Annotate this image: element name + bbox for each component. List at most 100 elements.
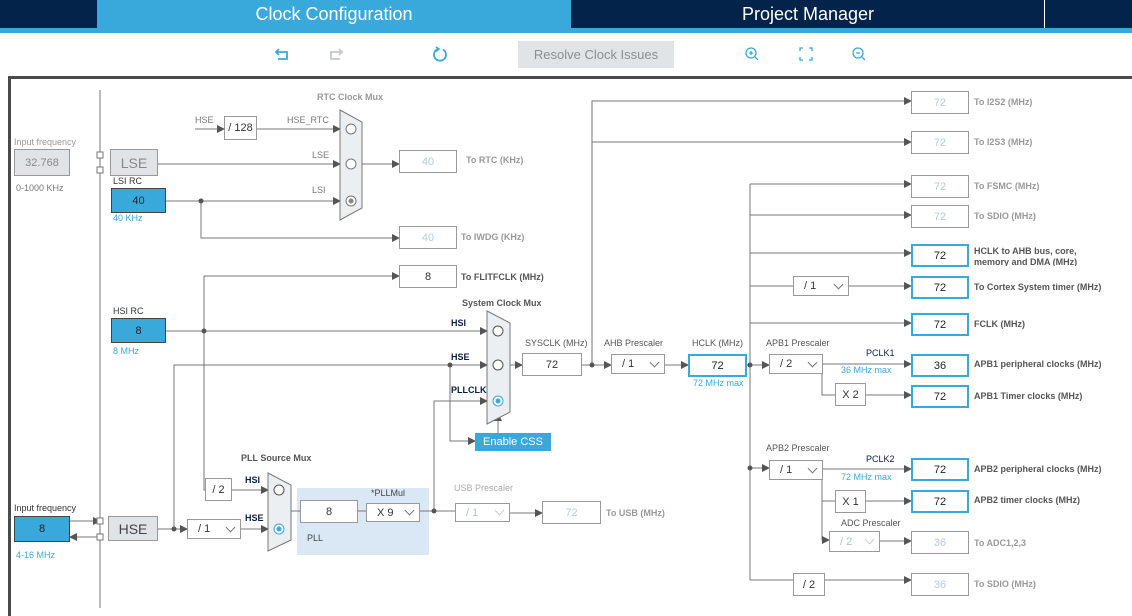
pll-source-mux-title: PLL Source Mux [241,453,312,463]
sys-mux-radio-hse[interactable] [492,359,504,371]
usb-prescaler-select[interactable]: / 1 [455,503,510,522]
usb-prescaler-value: / 1 [466,506,479,519]
apb1-prescaler-label: APB1 Prescaler [766,338,830,348]
flitfclk-label: To FLITFCLK (MHz) [461,272,544,282]
lse-range: 0-1000 KHz [16,183,64,193]
apb1-prescaler-value: / 2 [780,358,793,370]
ahb-prescaler-value: / 1 [622,358,635,370]
sdio-output: 72 [911,205,969,228]
pclk2-label: PCLK2 [866,454,895,464]
usb-output: 72 [542,501,601,524]
sdio2-label: To SDIO (MHz) [974,579,1036,589]
cortex-divider-value: / 1 [804,280,817,292]
apb1-peripheral-label: APB1 peripheral clocks (MHz) [974,359,1102,369]
i2s2-output: 72 [911,91,969,114]
sysclk-label: SYSCLK (MHz) [525,338,588,348]
rtc-output-label: To RTC (KHz) [466,155,524,165]
pclk2-max: 72 MHz max [841,472,892,482]
usb-prescaler-label: USB Prescaler [454,483,514,493]
clock-wire [449,365,476,445]
apb1-timer-multiplier: X 2 [835,383,866,406]
pll-mux-hse-label: HSE [245,513,264,523]
adc-output-label: To ADC1,2,3 [974,538,1027,548]
hclk-max: 72 MHz max [693,378,744,388]
pllmul-select[interactable]: X 9 [366,503,420,522]
adc-prescaler-label: ADC Prescaler [841,518,901,528]
chevron-down-icon [494,505,505,516]
sys-mux-hsi-label: HSI [451,318,467,328]
wire-junction [171,526,177,532]
enable-css-button[interactable]: Enable CSS [475,433,551,451]
lse-input-frequency-field[interactable]: 32.768 [14,149,70,176]
hsi-freq: 8 MHz [113,346,140,356]
fclk-field[interactable]: 72 [911,313,969,336]
apb2-peripheral-field[interactable]: 72 [911,458,969,481]
hsi-rc-label: HSI RC [113,306,144,316]
pclk1-max: 36 MHz max [841,365,892,375]
ahb-prescaler-select[interactable]: / 1 [611,354,665,374]
rtc-mux-radio-hse[interactable] [345,123,357,135]
wire-junction [747,465,753,471]
sysclk-field[interactable]: 72 [522,353,582,376]
hse-prediv-select[interactable]: / 1 [187,519,241,539]
chevron-down-icon [649,357,660,367]
hse-input-frequency-label: Input frequency [14,503,77,513]
clock-wire [591,97,912,365]
hclk-ahb-label: HCLK to AHB bus, core, memory and DMA (M… [974,246,1077,266]
chevron-down-icon [225,522,236,532]
apb2-timer-label: APB2 timer clocks (MHz) [974,495,1081,505]
wire-junction [201,328,207,334]
hse-rtc-divider: / 128 [224,116,257,140]
clock-wire [821,364,835,396]
pll-mux-radio-hsi[interactable] [273,484,285,496]
hse-input-frequency-field[interactable]: 8 [14,516,70,542]
apb1-peripheral-field[interactable]: 36 [911,354,969,377]
pllmul-value: X 9 [377,506,394,519]
cortex-timer-divider-select[interactable]: / 1 [793,276,849,296]
wire-junction [198,198,204,204]
chevron-down-icon [807,463,818,473]
hclk-ahb-field[interactable]: 72 [911,244,969,267]
system-clock-mux-title: System Clock Mux [462,298,542,308]
cortex-timer-field[interactable]: 72 [911,276,969,299]
apb2-prescaler-value: / 1 [780,464,793,476]
apb1-prescaler-select[interactable]: / 2 [769,354,823,374]
clock-wire [203,276,205,491]
chevron-down-icon [833,279,844,289]
hse-prediv-value: / 1 [198,523,211,535]
lsi-freq: 40 KHz [113,213,143,223]
sys-mux-radio-hsi[interactable] [492,325,504,337]
chevron-down-icon [404,505,415,516]
wire-junction [589,362,595,368]
iwdg-output: 40 [399,226,457,249]
apb2-timer-field[interactable]: 72 [911,490,969,513]
rtc-lsi-label: LSI [312,185,326,195]
lse-block: LSE [110,149,158,176]
wire-junction [747,362,753,368]
apb2-prescaler-select[interactable]: / 1 [769,460,823,480]
rtc-mux-radio-lse[interactable] [345,158,357,170]
hclk-field[interactable]: 72 [688,354,747,377]
apb1-timer-label: APB1 Timer clocks (MHz) [974,391,1083,401]
hclk-ahb-label-line2: memory and DMA (MHz) [974,257,1078,266]
hclk-ahb-label-line1: HCLK to AHB bus, core, [974,246,1077,256]
apb1-timer-field[interactable]: 72 [911,385,969,408]
rtc-mux-title: RTC Clock Mux [317,92,384,102]
fsmc-output: 72 [911,175,969,198]
hsi-pll-divider: / 2 [205,478,232,501]
pclk1-label: PCLK1 [866,348,895,358]
clock-wire [200,201,400,242]
chevron-down-icon [864,534,875,545]
lsi-rc-value: 40 [111,188,166,213]
rtc-hse-label: HSE [195,115,214,125]
hse-range: 4-16 MHz [16,550,56,560]
pll-label: PLL [307,533,324,543]
iwdg-output-label: To IWDG (KHz) [461,232,525,242]
adc-prescaler-select[interactable]: / 2 [829,531,880,552]
sys-mux-pllclk-label: PLLCLK [451,385,487,395]
rtc-lse-label: LSE [312,150,330,160]
fclk-label: FCLK (MHz) [974,319,1025,329]
hclk-label: HCLK (MHz) [692,338,743,348]
sdio-label: To SDIO (MHz) [974,211,1036,221]
pllmul-label: *PLLMul [371,488,406,498]
